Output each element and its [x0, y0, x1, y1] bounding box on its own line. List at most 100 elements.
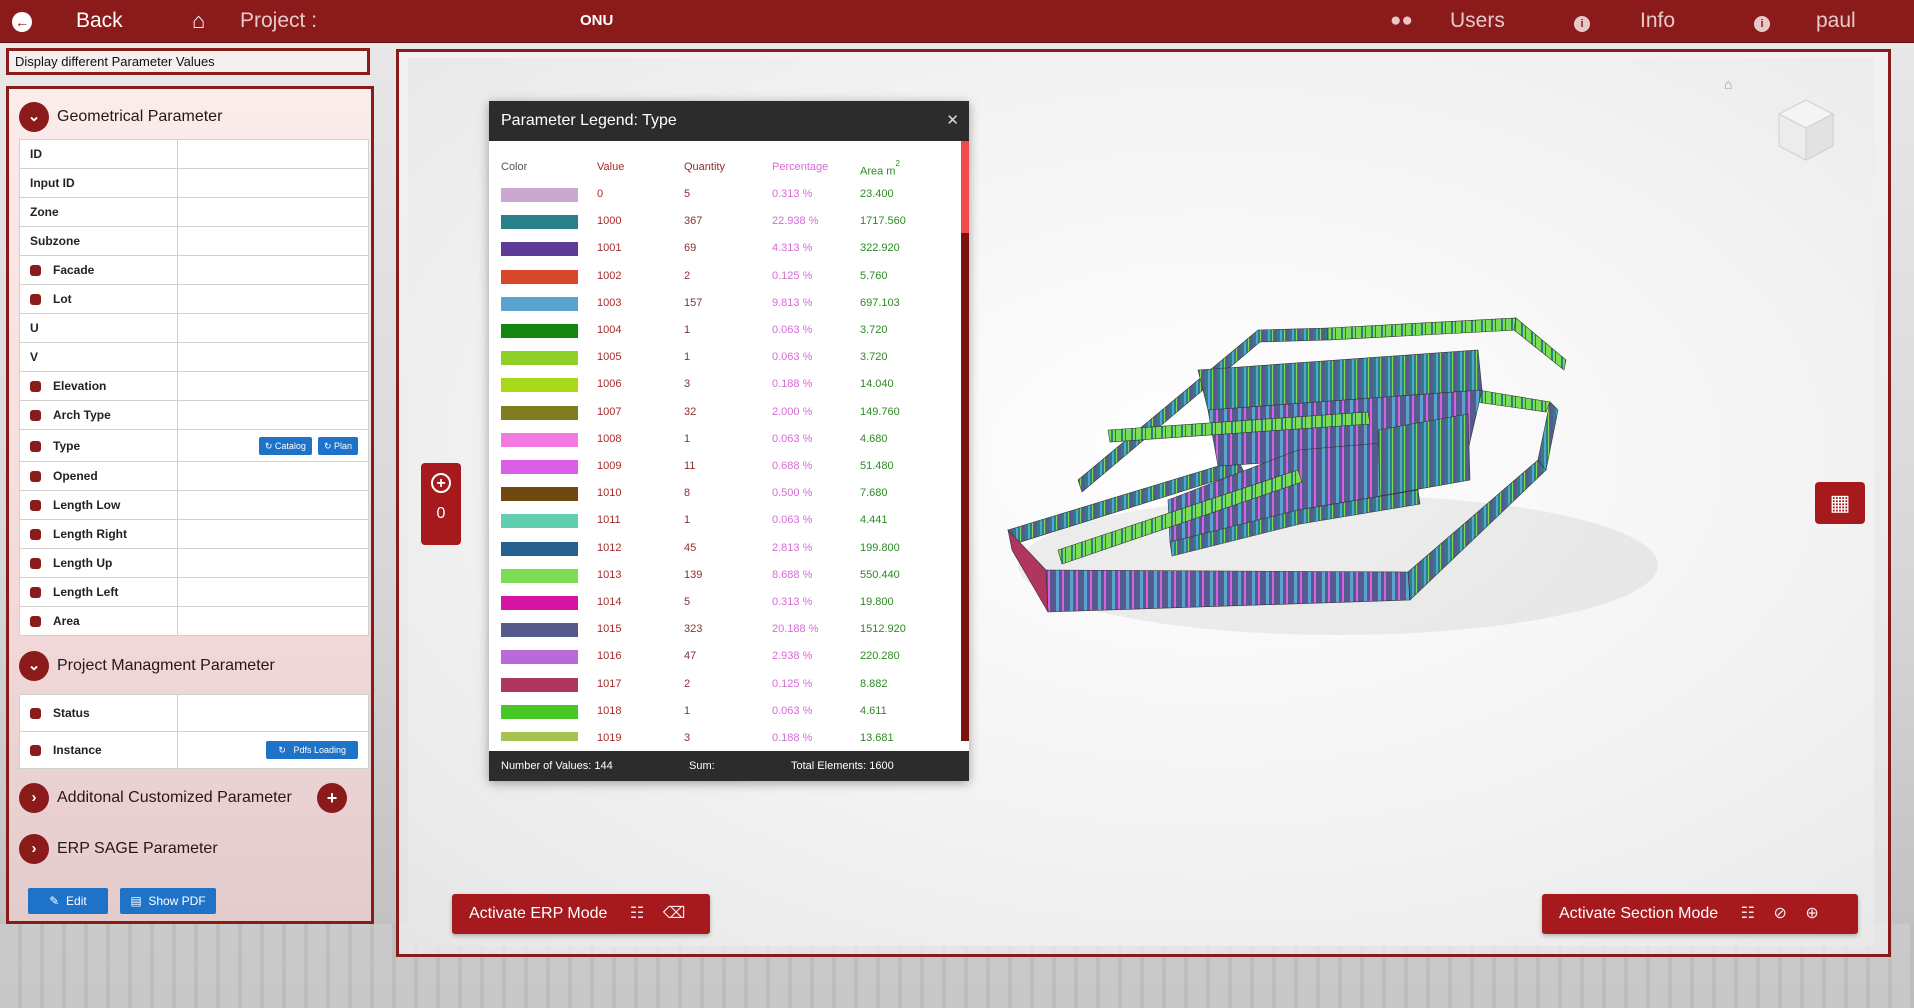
close-icon[interactable]: ✕: [946, 101, 959, 141]
legend-row[interactable]: 1015 323 20.188 % 1512.920: [489, 616, 959, 643]
color-swatch[interactable]: [501, 432, 578, 447]
color-swatch[interactable]: [501, 677, 578, 692]
legend-row[interactable]: 1014 5 0.313 % 19.800: [489, 589, 959, 616]
parameter-dot-icon[interactable]: [30, 745, 41, 757]
parameter-panel: ⌄ Geometrical Parameter ID Input ID Zone …: [6, 86, 374, 924]
parameter-dot-icon[interactable]: [30, 440, 41, 452]
color-swatch[interactable]: [501, 487, 578, 502]
legend-row[interactable]: 1013 139 8.688 % 550.440: [489, 562, 959, 589]
legend-row[interactable]: 1010 8 0.500 % 7.680: [489, 480, 959, 507]
legend-row[interactable]: 1002 2 0.125 % 5.760: [489, 263, 959, 290]
eye-slash-icon[interactable]: ⊘: [1773, 894, 1786, 934]
param-value: [177, 490, 369, 520]
legend-row[interactable]: 1005 1 0.063 % 3.720: [489, 344, 959, 371]
home-icon[interactable]: ⌂: [192, 0, 205, 42]
legend-scrollbar[interactable]: [961, 141, 969, 741]
user-name[interactable]: paul: [1816, 0, 1856, 42]
user-info-icon[interactable]: i: [1754, 0, 1770, 42]
legend-row[interactable]: 1016 47 2.938 % 220.280: [489, 643, 959, 670]
color-swatch[interactable]: [501, 704, 578, 719]
parameter-dot-icon[interactable]: [30, 500, 41, 512]
legend-row[interactable]: 1017 2 0.125 % 8.882: [489, 671, 959, 698]
legend-row[interactable]: 1003 157 9.813 % 697.103: [489, 290, 959, 317]
color-swatch[interactable]: [501, 351, 578, 366]
pdfs-loading-button[interactable]: ↻ Pdfs Loading: [266, 741, 358, 759]
trash-icon[interactable]: ⌫: [663, 894, 686, 934]
edit-button[interactable]: ✎ Edit: [28, 888, 108, 914]
parameter-dot-icon[interactable]: [30, 616, 41, 628]
legend-row[interactable]: 1004 1 0.063 % 3.720: [489, 317, 959, 344]
legend-row[interactable]: 1001 69 4.313 % 322.920: [489, 235, 959, 262]
legend-row[interactable]: 1006 3 0.188 % 14.040: [489, 371, 959, 398]
back-label[interactable]: Back: [76, 0, 123, 42]
color-swatch[interactable]: [501, 650, 578, 665]
parameter-dot-icon[interactable]: [30, 558, 41, 570]
plus-circle-icon[interactable]: +: [431, 473, 451, 493]
building-model[interactable]: [998, 310, 1678, 680]
chevron-down-icon[interactable]: ⌄: [19, 101, 49, 132]
back-button[interactable]: ←: [12, 0, 32, 42]
color-swatch[interactable]: [501, 405, 578, 420]
legend-row[interactable]: 1018 1 0.063 % 4.611: [489, 698, 959, 725]
legend-row[interactable]: 1011 1 0.063 % 4.441: [489, 507, 959, 534]
color-swatch[interactable]: [501, 514, 578, 529]
users-icon[interactable]: ●●: [1390, 0, 1413, 42]
color-swatch[interactable]: [501, 188, 578, 202]
project-label: Project :: [240, 9, 318, 32]
legend-body[interactable]: Color Value Quantity Percentage Area m2 …: [489, 141, 969, 741]
color-swatch[interactable]: [501, 732, 578, 741]
show-pdf-button[interactable]: ▤ Show PDF: [120, 888, 216, 914]
info-icon[interactable]: i: [1574, 0, 1590, 42]
plan-button[interactable]: ↻ Plan: [317, 436, 358, 455]
solar-panel-button[interactable]: ▦: [1815, 482, 1865, 524]
area-cell: 1717.560: [860, 215, 906, 228]
geometrical-parameter-header[interactable]: ⌄ Geometrical Parameter: [19, 100, 222, 134]
view-cube-icon[interactable]: [1775, 96, 1837, 166]
legend-row[interactable]: 1007 32 2.000 % 149.760: [489, 399, 959, 426]
barcode-icon[interactable]: ☷: [630, 894, 644, 934]
info-link[interactable]: Info: [1640, 0, 1675, 42]
legend-row[interactable]: 0 5 0.313 % 23.400: [489, 181, 959, 208]
parameter-dot-icon[interactable]: [30, 708, 41, 720]
viewer-home-icon[interactable]: ⌂: [1724, 76, 1732, 92]
add-parameter-icon[interactable]: +: [317, 783, 347, 813]
zoom-in-icon[interactable]: ⊕: [1805, 894, 1818, 934]
color-swatch[interactable]: [501, 541, 578, 556]
color-swatch[interactable]: [501, 215, 578, 230]
parameter-dot-icon[interactable]: [30, 471, 41, 483]
activate-erp-mode-button[interactable]: Activate ERP Mode ☷ ⌫: [452, 894, 710, 934]
chevron-right-icon[interactable]: ›: [19, 782, 49, 813]
legend-row[interactable]: 1008 1 0.063 % 4.680: [489, 426, 959, 453]
color-swatch[interactable]: [501, 324, 578, 338]
project-management-header[interactable]: ⌄ Project Managment Parameter: [19, 649, 275, 683]
add-counter-widget[interactable]: + 0: [421, 463, 461, 545]
parameter-dot-icon[interactable]: [30, 381, 41, 393]
color-swatch[interactable]: [501, 242, 578, 257]
legend-row[interactable]: 1000 367 22.938 % 1717.560: [489, 208, 959, 235]
color-swatch[interactable]: [501, 568, 578, 583]
barcode-icon[interactable]: ☷: [1741, 894, 1755, 934]
color-swatch[interactable]: [501, 596, 578, 610]
additional-customized-header[interactable]: › Additonal Customized Parameter: [19, 781, 292, 815]
color-swatch[interactable]: [501, 623, 578, 638]
color-swatch[interactable]: [501, 378, 578, 393]
legend-row[interactable]: 1019 3 0.188 % 13.681: [489, 725, 959, 741]
param-label: Length Low: [19, 490, 178, 520]
legend-row[interactable]: 1009 11 0.688 % 51.480: [489, 453, 959, 480]
color-swatch[interactable]: [501, 296, 578, 311]
color-swatch[interactable]: [501, 460, 578, 474]
parameter-dot-icon[interactable]: [30, 529, 41, 541]
parameter-dot-icon[interactable]: [30, 294, 41, 306]
chevron-right-icon[interactable]: ›: [19, 833, 49, 864]
legend-row[interactable]: 1012 45 2.813 % 199.800: [489, 535, 959, 562]
chevron-down-icon[interactable]: ⌄: [19, 650, 49, 681]
scrollbar-thumb[interactable]: [961, 141, 969, 233]
parameter-dot-icon[interactable]: [30, 410, 41, 422]
catalog-button[interactable]: ↻ Catalog: [258, 436, 312, 455]
color-swatch[interactable]: [501, 269, 578, 284]
erp-sage-header[interactable]: › ERP SAGE Parameter: [19, 832, 218, 866]
activate-section-mode-button[interactable]: Activate Section Mode ☷ ⊘ ⊕: [1542, 894, 1858, 934]
parameter-dot-icon[interactable]: [30, 587, 41, 599]
users-link[interactable]: Users: [1450, 0, 1505, 42]
parameter-dot-icon[interactable]: [30, 265, 41, 277]
